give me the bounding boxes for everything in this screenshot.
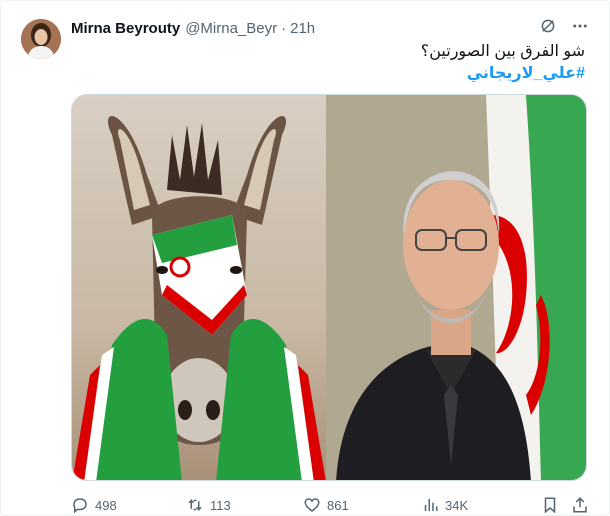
like-button[interactable]: 861 — [303, 496, 349, 514]
reply-count: 498 — [95, 497, 117, 513]
author-handle[interactable]: @Mirna_Beyr — [185, 20, 277, 37]
tweet-time[interactable]: 21h — [290, 20, 315, 37]
views-count: 34K — [445, 497, 469, 513]
tweet-header: Mirna Beyrouty @Mirna_Beyr · 21h — [71, 17, 589, 39]
action-bar: 498 113 861 34K — [71, 495, 589, 515]
tweet-text: شو الفرق بين الصورتين؟ #علي_لاريجاني — [71, 41, 585, 85]
reply-button[interactable]: 498 — [71, 496, 117, 514]
media-image-donkey[interactable] — [72, 95, 326, 480]
author-name[interactable]: Mirna Beyrouty — [71, 20, 180, 37]
retweet-button[interactable]: 113 — [186, 496, 231, 514]
more-icon[interactable] — [571, 17, 589, 35]
views-button[interactable]: 34K — [421, 496, 468, 514]
like-count: 861 — [327, 497, 349, 513]
heart-icon — [303, 496, 321, 514]
bookmark-icon — [541, 496, 559, 514]
tweet-body: شو الفرق بين الصورتين؟ — [420, 43, 585, 60]
hashtag-link[interactable]: #علي_لاريجاني — [467, 65, 585, 82]
bookmark-button[interactable] — [541, 496, 559, 514]
share-icon — [571, 496, 589, 514]
avatar[interactable] — [21, 19, 61, 59]
retweet-count: 113 — [210, 497, 231, 513]
media-image-portrait[interactable] — [326, 95, 586, 480]
retweet-icon — [186, 496, 204, 514]
tweet-card[interactable]: Mirna Beyrouty @Mirna_Beyr · 21h شو الفر… — [0, 0, 610, 516]
share-button[interactable] — [571, 496, 589, 514]
reply-icon — [71, 496, 89, 514]
separator: · — [281, 19, 287, 37]
grok-icon[interactable] — [539, 17, 557, 35]
views-icon — [421, 496, 439, 514]
media-grid[interactable] — [71, 94, 587, 481]
